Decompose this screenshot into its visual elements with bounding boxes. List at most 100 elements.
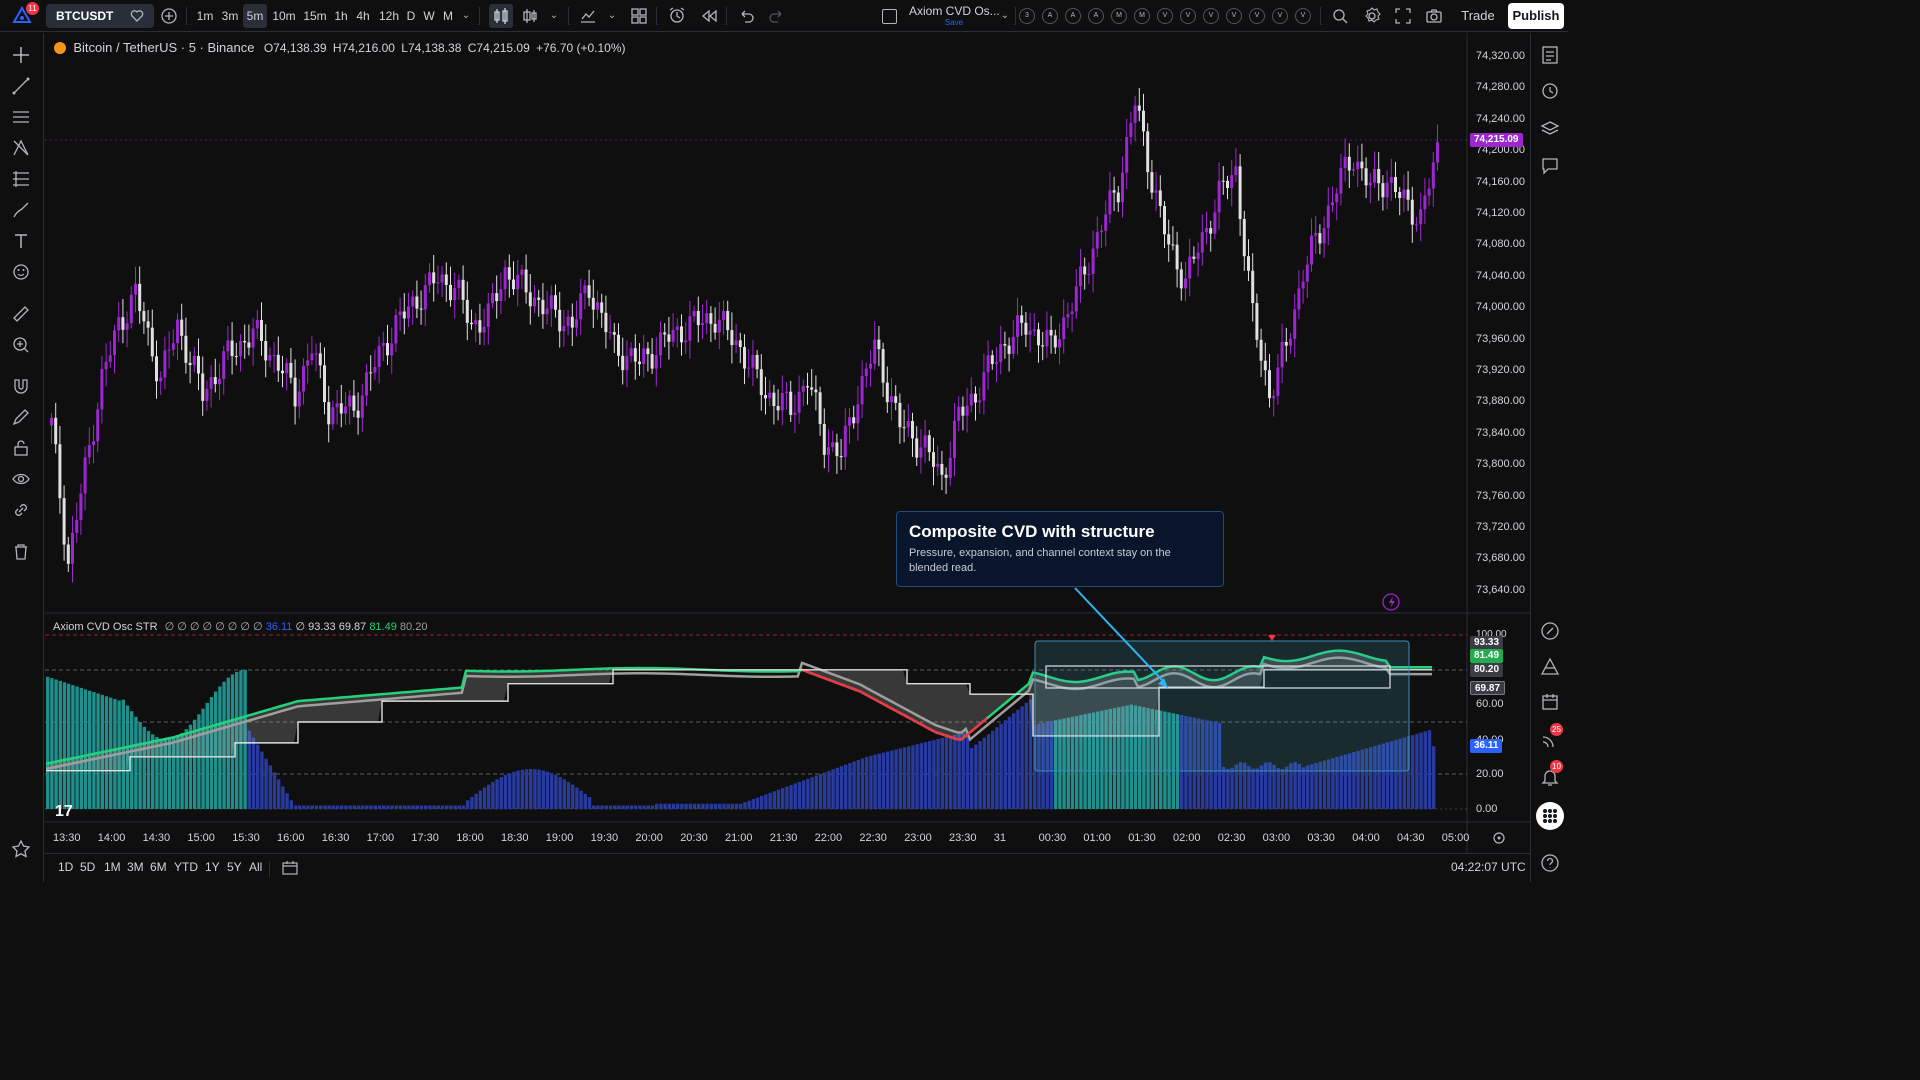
- range-1D[interactable]: 1D: [58, 860, 73, 874]
- timeframe-1h[interactable]: 1h: [331, 4, 351, 28]
- redo-icon[interactable]: [767, 6, 787, 26]
- timeframe-M[interactable]: M: [440, 4, 456, 28]
- camera-snapshot-icon[interactable]: [1424, 6, 1444, 26]
- publish-button[interactable]: Publish: [1508, 3, 1564, 29]
- axis-settings-icon[interactable]: [1492, 831, 1506, 845]
- indicator-slot-4[interactable]: A: [1088, 8, 1104, 24]
- heart-icon[interactable]: [130, 9, 144, 23]
- add-symbol-icon[interactable]: [159, 6, 179, 26]
- timeframe-3m[interactable]: 3m: [219, 4, 241, 28]
- indicator-slot-12[interactable]: V: [1272, 8, 1288, 24]
- broadcast-icon[interactable]: 25: [1539, 723, 1563, 751]
- indicator-slot-1[interactable]: 3: [1019, 8, 1035, 24]
- timeframe-D[interactable]: D: [404, 4, 418, 28]
- indicator-slot-7[interactable]: V: [1157, 8, 1173, 24]
- range-YTD[interactable]: YTD: [174, 860, 198, 874]
- time-axis-label: 04:30: [1397, 832, 1425, 844]
- magnet-icon[interactable]: [10, 375, 32, 397]
- chart-type-dropdown-chevron-icon[interactable]: ⌄: [546, 4, 562, 28]
- range-6M[interactable]: 6M: [150, 860, 167, 874]
- utc-clock[interactable]: 04:22:07 UTC: [1451, 860, 1526, 874]
- indicator-slot-5[interactable]: M: [1111, 8, 1127, 24]
- help-icon[interactable]: [1539, 852, 1561, 874]
- settings-gear-icon[interactable]: [1362, 6, 1382, 26]
- cvd-histogram-bar: [424, 805, 428, 809]
- indicator-template-chevron-icon[interactable]: ⌄: [998, 4, 1012, 28]
- timeframe-1m[interactable]: 1m: [193, 4, 217, 28]
- cvd-histogram-bar: [911, 745, 915, 809]
- indicator-slot-11[interactable]: V: [1249, 8, 1265, 24]
- range-1M[interactable]: 1M: [104, 860, 121, 874]
- indicator-template-selector[interactable]: Axiom CVD Os... Save: [909, 4, 1000, 28]
- indicator-visibility-checkbox[interactable]: [882, 9, 897, 24]
- indicator-slot-8[interactable]: V: [1180, 8, 1196, 24]
- indicator-slot-3[interactable]: A: [1065, 8, 1081, 24]
- trash-icon[interactable]: [10, 541, 32, 563]
- fullscreen-icon[interactable]: [1393, 6, 1413, 26]
- symbol-legend[interactable]: Bitcoin / TetherUS · 5 · Binance O74,138…: [54, 40, 626, 56]
- pencil-lock-icon[interactable]: [10, 406, 32, 428]
- notification-bell-icon[interactable]: 10: [1539, 760, 1563, 788]
- ruler-icon[interactable]: [10, 303, 32, 325]
- indicators-icon[interactable]: [578, 6, 598, 26]
- quick-search-icon[interactable]: [1330, 6, 1350, 26]
- candle-body: [1108, 190, 1112, 215]
- price-chart[interactable]: 17: [45, 33, 1530, 853]
- trade-button[interactable]: Trade: [1458, 4, 1498, 28]
- time-axis-label: 03:30: [1307, 832, 1335, 844]
- pyramid-icon[interactable]: [1539, 656, 1561, 678]
- lock-icon[interactable]: [10, 437, 32, 459]
- undo-icon[interactable]: [736, 6, 756, 26]
- indicator-template-save[interactable]: Save: [909, 18, 999, 27]
- timeframe-dropdown-chevron-icon[interactable]: ⌄: [458, 4, 474, 28]
- pitchfork-icon[interactable]: [10, 137, 32, 159]
- candles-chart-type-icon[interactable]: [489, 4, 513, 28]
- timeframe-12h[interactable]: 12h: [376, 4, 402, 28]
- indicator-slot-9[interactable]: V: [1203, 8, 1219, 24]
- layout-grid-icon[interactable]: [629, 6, 649, 26]
- target-icon[interactable]: [1539, 620, 1561, 642]
- cvd-histogram-bar: [1306, 765, 1310, 809]
- indicator-slot-10[interactable]: V: [1226, 8, 1242, 24]
- range-1Y[interactable]: 1Y: [205, 860, 220, 874]
- calendar-icon[interactable]: [1539, 691, 1561, 713]
- indicator-slot-6[interactable]: M: [1134, 8, 1150, 24]
- horizontal-lines-icon[interactable]: [10, 106, 32, 128]
- indicator-legend[interactable]: Axiom CVD Osc STR ∅ ∅ ∅ ∅ ∅ ∅ ∅ ∅ 36.11 …: [53, 620, 427, 633]
- watchlist-icon[interactable]: [1539, 44, 1561, 66]
- layers-icon[interactable]: [1539, 118, 1561, 140]
- range-5D[interactable]: 5D: [80, 860, 95, 874]
- chat-icon[interactable]: [1539, 155, 1561, 177]
- range-5Y[interactable]: 5Y: [227, 860, 242, 874]
- emoji-icon[interactable]: [10, 261, 32, 283]
- text-tool-icon[interactable]: [10, 230, 32, 252]
- timeframe-W[interactable]: W: [421, 4, 437, 28]
- app-logo-icon[interactable]: 11: [10, 2, 39, 28]
- timeframe-15m[interactable]: 15m: [301, 4, 329, 28]
- timeframe-5m[interactable]: 5m: [243, 4, 267, 28]
- symbol-search-button[interactable]: BTCUSDT: [46, 4, 154, 28]
- indicators-dropdown-chevron-icon[interactable]: ⌄: [604, 4, 620, 28]
- replay-icon[interactable]: [699, 6, 719, 26]
- alerts-clock-icon[interactable]: [1539, 80, 1561, 102]
- timeframe-4h[interactable]: 4h: [353, 4, 373, 28]
- link-icon[interactable]: [10, 499, 32, 521]
- range-3M[interactable]: 3M: [127, 860, 144, 874]
- zoom-in-icon[interactable]: [10, 334, 32, 356]
- indicator-slot-2[interactable]: A: [1042, 8, 1058, 24]
- candle-body: [680, 326, 683, 343]
- trend-line-icon[interactable]: [10, 75, 32, 97]
- cvd-histogram-bar: [978, 741, 982, 809]
- crosshair-icon[interactable]: [10, 44, 32, 66]
- fib-retracement-icon[interactable]: [10, 168, 32, 190]
- eye-icon[interactable]: [10, 468, 32, 490]
- apps-grid-icon[interactable]: [1536, 802, 1564, 830]
- bars-chart-type-icon[interactable]: [520, 6, 540, 26]
- range-All[interactable]: All: [249, 860, 262, 874]
- date-range-icon[interactable]: [281, 859, 299, 877]
- indicator-slot-13[interactable]: V: [1295, 8, 1311, 24]
- brush-icon[interactable]: [10, 199, 32, 221]
- favorites-star-icon[interactable]: [10, 838, 32, 860]
- timeframe-10m[interactable]: 10m: [270, 4, 298, 28]
- alert-clock-icon[interactable]: [667, 6, 687, 26]
